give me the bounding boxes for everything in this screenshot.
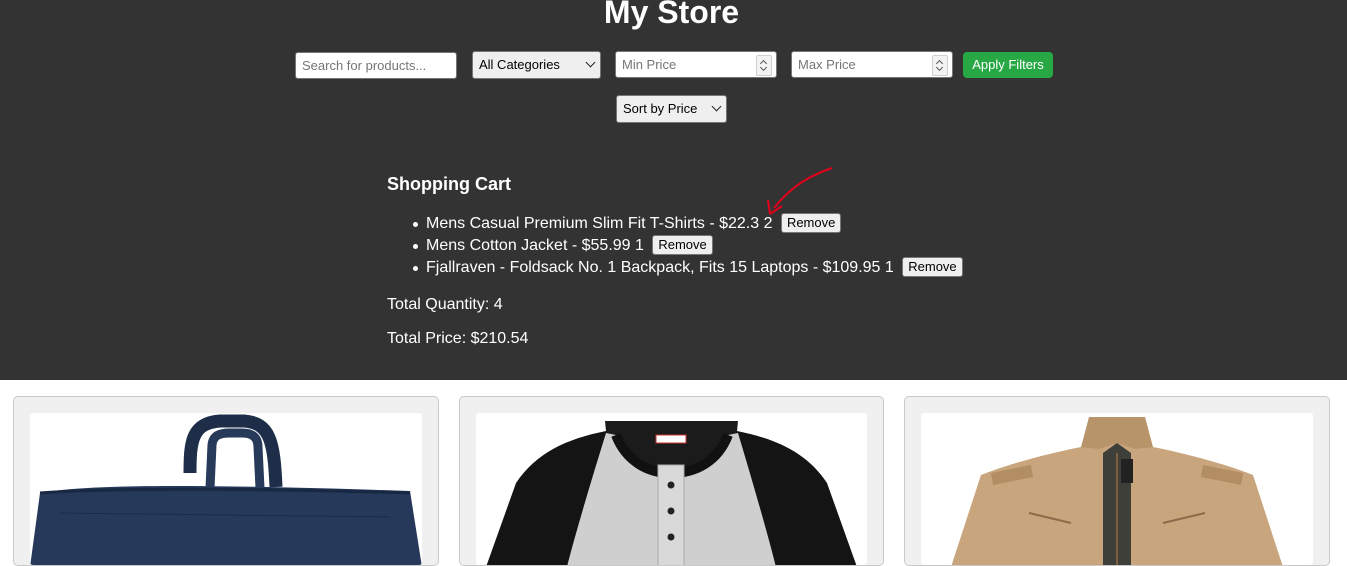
total-price: Total Price: $210.54 xyxy=(387,330,529,347)
cart-item: Mens Casual Premium Slim Fit T-Shirts - … xyxy=(387,212,963,235)
bullet-icon xyxy=(413,244,418,249)
store-header: My Store Search for products... All Cate… xyxy=(0,0,1347,380)
cart-title: Shopping Cart xyxy=(387,174,511,194)
apply-filters-button[interactable]: Apply Filters xyxy=(963,52,1053,78)
total-quantity: Total Quantity: 4 xyxy=(387,296,503,313)
product-card[interactable] xyxy=(904,396,1330,566)
cart-item-text: Fjallraven - Foldsack No. 1 Backpack, Fi… xyxy=(426,259,894,276)
bullet-icon xyxy=(413,266,418,271)
cart-item-text: Mens Cotton Jacket - $55.99 1 xyxy=(426,237,644,254)
remove-button[interactable]: Remove xyxy=(652,234,713,255)
number-spinner-icon[interactable] xyxy=(932,55,948,76)
cart-item: Mens Cotton Jacket - $55.99 1 Remove xyxy=(387,234,963,257)
search-placeholder: Search for products... xyxy=(302,58,427,73)
sort-selected-value: Sort by Price xyxy=(623,101,698,116)
annotation-arrow-icon xyxy=(767,167,833,215)
search-input[interactable]: Search for products... xyxy=(295,52,457,79)
number-spinner-icon[interactable] xyxy=(756,55,772,76)
product-card[interactable] xyxy=(459,396,884,566)
product-card[interactable] xyxy=(13,396,439,566)
sort-select[interactable]: Sort by Price xyxy=(616,95,727,123)
max-price-placeholder: Max Price xyxy=(798,57,856,72)
jacket-image[interactable] xyxy=(921,413,1313,565)
backpack-image[interactable] xyxy=(30,413,422,565)
chevron-down-icon xyxy=(585,57,596,68)
raglan-shirt-image[interactable] xyxy=(476,413,867,565)
max-price-input[interactable]: Max Price xyxy=(791,51,953,78)
chevron-down-icon xyxy=(711,101,722,112)
min-price-placeholder: Min Price xyxy=(622,57,677,72)
category-select[interactable]: All Categories xyxy=(472,51,601,79)
bullet-icon xyxy=(413,222,418,227)
cart-item: Fjallraven - Foldsack No. 1 Backpack, Fi… xyxy=(387,256,963,279)
cart-item-list: Mens Casual Premium Slim Fit T-Shirts - … xyxy=(387,212,963,279)
page-title: My Store xyxy=(603,0,740,30)
category-selected-value: All Categories xyxy=(479,57,560,72)
cart-item-text: Mens Casual Premium Slim Fit T-Shirts - … xyxy=(426,215,773,232)
min-price-input[interactable]: Min Price xyxy=(615,51,777,78)
remove-button[interactable]: Remove xyxy=(902,256,963,277)
